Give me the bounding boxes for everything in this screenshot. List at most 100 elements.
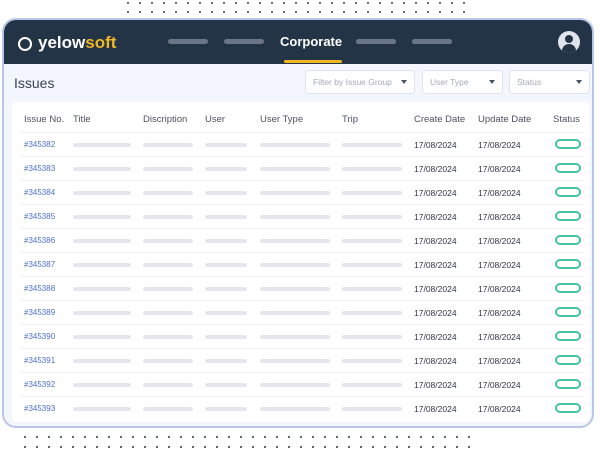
placeholder-bar [205, 335, 247, 339]
nav-item-corporate[interactable]: Corporate [280, 34, 342, 49]
issue-number-link[interactable]: #345383 [24, 164, 55, 173]
dot [408, 436, 410, 438]
placeholder-bar [205, 191, 247, 195]
issue-number-link[interactable]: #345388 [24, 284, 55, 293]
dot [271, 11, 273, 13]
placeholder-bar [73, 407, 131, 411]
placeholder-bar [143, 383, 193, 387]
create-date: 17/08/2024 [414, 356, 457, 366]
table-row[interactable]: #345385 17/08/2024 17/08/2024 [20, 204, 582, 229]
dot [144, 436, 146, 438]
issue-number-link[interactable]: #345382 [24, 140, 55, 149]
placeholder-bar [143, 215, 193, 219]
issue-number-link[interactable]: #345387 [24, 260, 55, 269]
column-header-status[interactable]: Status [553, 114, 580, 125]
dot [151, 11, 153, 13]
dot [439, 11, 441, 13]
dot [211, 11, 213, 13]
dot [367, 2, 369, 4]
placeholder-bar [205, 407, 247, 411]
table-row[interactable]: #345393 17/08/2024 17/08/2024 [20, 396, 582, 421]
update-date: 17/08/2024 [478, 140, 521, 150]
column-header-description[interactable]: Discription [143, 114, 187, 125]
filter-user-type-select[interactable]: User Type [422, 70, 503, 94]
dot [336, 436, 338, 438]
issue-number-link[interactable]: #345385 [24, 212, 55, 221]
placeholder-bar [205, 215, 247, 219]
dot [156, 446, 158, 448]
dot [360, 446, 362, 448]
create-date: 17/08/2024 [414, 164, 457, 174]
dot [403, 2, 405, 4]
dot [420, 446, 422, 448]
dot [240, 446, 242, 448]
dot [331, 2, 333, 4]
column-header-create-date[interactable]: Create Date [414, 114, 465, 125]
column-header-user-type[interactable]: User Type [260, 114, 303, 125]
dot [444, 436, 446, 438]
user-avatar-icon[interactable] [558, 31, 580, 53]
filter-issue-group-select[interactable]: Filter by Issue Group [305, 70, 415, 94]
column-header-trip[interactable]: Trip [342, 114, 358, 125]
app-window: yelow soft Corporate Issues Filter by Iss… [2, 18, 594, 428]
dot [84, 436, 86, 438]
placeholder-bar [260, 383, 330, 387]
dot [300, 436, 302, 438]
dot [204, 436, 206, 438]
nav-item-2[interactable] [224, 39, 264, 44]
table-row[interactable]: #345387 17/08/2024 17/08/2024 [20, 252, 582, 277]
dot [384, 446, 386, 448]
issue-number-link[interactable]: #345389 [24, 308, 55, 317]
dot [211, 2, 213, 4]
issue-number-link[interactable]: #345386 [24, 236, 55, 245]
decorative-dots-top [0, 0, 600, 13]
issue-number-link[interactable]: #345392 [24, 380, 55, 389]
placeholder-bar [73, 359, 131, 363]
dot [295, 2, 297, 4]
dot [415, 2, 417, 4]
table-row[interactable]: #345384 17/08/2024 17/08/2024 [20, 180, 582, 205]
avatar-body [562, 44, 576, 53]
column-header-title[interactable]: Title [73, 114, 91, 125]
issue-number-link[interactable]: #345390 [24, 332, 55, 341]
issue-number-link[interactable]: #345393 [24, 404, 55, 413]
placeholder-bar [143, 191, 193, 195]
dot [163, 2, 165, 4]
placeholder-bar [260, 311, 330, 315]
table-row[interactable]: #345392 17/08/2024 17/08/2024 [20, 372, 582, 397]
dot [343, 2, 345, 4]
nav-item-5[interactable] [412, 39, 452, 44]
dot [372, 446, 374, 448]
filter-status-select[interactable]: Status [509, 70, 590, 94]
logo-text-prefix: yelow [38, 33, 86, 52]
nav-item-4[interactable] [356, 39, 396, 44]
dot [360, 436, 362, 438]
column-header-issue-no[interactable]: Issue No. [24, 114, 64, 125]
issue-number-link[interactable]: #345391 [24, 356, 55, 365]
column-header-user[interactable]: User [205, 114, 225, 125]
update-date: 17/08/2024 [478, 404, 521, 414]
logo[interactable]: yelow soft [18, 33, 116, 53]
dot [348, 446, 350, 448]
create-date: 17/08/2024 [414, 260, 457, 270]
table-row[interactable]: #345388 17/08/2024 17/08/2024 [20, 276, 582, 301]
table-row[interactable]: #345382 17/08/2024 17/08/2024 [20, 132, 582, 157]
update-date: 17/08/2024 [478, 212, 521, 222]
issue-number-link[interactable]: #345384 [24, 188, 55, 197]
dot [384, 436, 386, 438]
dot [180, 436, 182, 438]
table-row[interactable]: #345390 17/08/2024 17/08/2024 [20, 324, 582, 349]
placeholder-bar [260, 335, 330, 339]
table-row[interactable]: #345386 17/08/2024 17/08/2024 [20, 228, 582, 253]
table-row[interactable]: #345391 17/08/2024 17/08/2024 [20, 348, 582, 373]
dot [396, 446, 398, 448]
dot [192, 446, 194, 448]
nav-item-1[interactable] [168, 39, 208, 44]
table-row[interactable]: #345383 17/08/2024 17/08/2024 [20, 156, 582, 181]
dot [151, 2, 153, 4]
dot [192, 436, 194, 438]
table-row[interactable]: #345389 17/08/2024 17/08/2024 [20, 300, 582, 325]
column-header-update-date[interactable]: Update Date [478, 114, 531, 125]
status-badge [555, 235, 581, 245]
placeholder-bar [143, 311, 193, 315]
